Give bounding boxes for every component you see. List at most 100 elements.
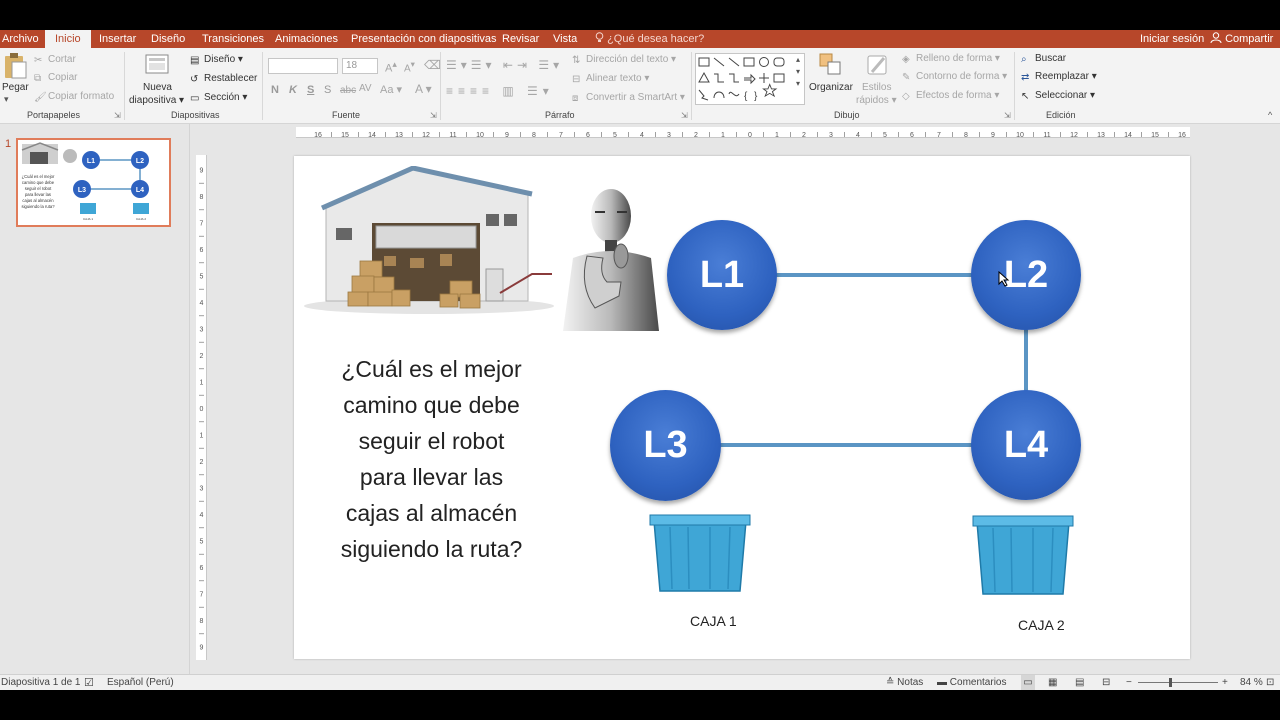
tell-me-search[interactable]: ¿Qué desea hacer? bbox=[595, 30, 704, 48]
comments-button[interactable]: ▬ Comentarios bbox=[937, 675, 1006, 691]
spellcheck-icon[interactable]: ☑ bbox=[84, 675, 94, 691]
quick-styles-label-2[interactable]: rápidos ▾ bbox=[856, 95, 897, 106]
arrange-label[interactable]: Organizar bbox=[809, 82, 853, 93]
new-slide-label-2[interactable]: diapositiva ▾ bbox=[129, 95, 184, 106]
box1-label[interactable]: CAJA 1 bbox=[690, 613, 737, 629]
sign-in-link[interactable]: Iniciar sesión bbox=[1140, 30, 1204, 48]
paste-label[interactable]: Pegar bbox=[2, 82, 29, 93]
share-button[interactable]: Compartir bbox=[1210, 30, 1273, 48]
paste-dropdown-icon[interactable]: ▾ bbox=[4, 94, 9, 105]
shapes-gallery[interactable]: {} bbox=[695, 53, 805, 105]
slideshow-icon[interactable]: ⊟ bbox=[1102, 675, 1110, 691]
change-case-icon[interactable]: Aa ▾ bbox=[380, 83, 402, 96]
fit-slide-icon[interactable]: ⊡ bbox=[1266, 675, 1274, 691]
shrink-font-icon[interactable]: A▾ bbox=[404, 59, 415, 74]
ribbon-home: Pegar ▾ ✂ Cortar ⧉ Copiar 🖌Copiar formato … bbox=[0, 48, 1280, 124]
slide-canvas[interactable]: L1 L2 L3 L4 ¿Cuál es el mejor camino que… bbox=[294, 156, 1190, 659]
find-button[interactable]: ⌕ Buscar bbox=[1021, 53, 1066, 65]
ruler-tick-label: 6 bbox=[200, 565, 204, 572]
zoom-slider[interactable] bbox=[1138, 682, 1218, 683]
format-painter-button[interactable]: 🖌Copiar formato bbox=[34, 91, 114, 103]
reading-view-icon[interactable]: ▤ bbox=[1075, 675, 1084, 691]
node-l1[interactable]: L1 bbox=[667, 220, 777, 330]
new-slide-label-1[interactable]: Nueva bbox=[143, 82, 172, 93]
drawing-launcher-icon[interactable]: ⇲ bbox=[1004, 111, 1011, 120]
zoom-slider-thumb[interactable] bbox=[1169, 678, 1172, 687]
list-buttons-icon[interactable]: ☰▾☰▾ ⇤⇥ ☰▾ bbox=[446, 58, 563, 72]
reset-button[interactable]: ↺ Restablecer bbox=[190, 73, 257, 85]
replace-button[interactable]: ⇄ Reemplazar ▾ bbox=[1021, 71, 1097, 83]
new-slide-button[interactable] bbox=[144, 52, 170, 78]
quick-styles-label-1[interactable]: Estilos bbox=[862, 82, 891, 93]
shapes-scroll-icon[interactable]: ▴ ▾ ▾ bbox=[796, 54, 800, 90]
arrange-button[interactable] bbox=[818, 52, 844, 78]
box2-label[interactable]: CAJA 2 bbox=[1018, 617, 1065, 633]
thumb-question-line: camino que debe bbox=[22, 180, 55, 185]
paragraph-launcher-icon[interactable]: ⇲ bbox=[681, 111, 688, 120]
zoom-out-icon[interactable]: − bbox=[1126, 675, 1132, 691]
copy-button[interactable]: ⧉ Copiar bbox=[34, 72, 77, 84]
notes-button[interactable]: ≙ Notas bbox=[886, 675, 923, 691]
zoom-level[interactable]: 84 % bbox=[1240, 675, 1263, 691]
tab-animations[interactable]: Animaciones bbox=[275, 30, 338, 48]
tab-file[interactable]: Archivo bbox=[2, 30, 39, 48]
tab-transitions[interactable]: Transiciones bbox=[202, 30, 264, 48]
font-launcher-icon[interactable]: ⇲ bbox=[430, 111, 437, 120]
node-l3[interactable]: L3 bbox=[610, 390, 721, 501]
comments-label: Comentarios bbox=[949, 677, 1007, 688]
move-cursor-icon bbox=[998, 271, 1010, 287]
paste-button[interactable] bbox=[3, 52, 29, 82]
font-family-input[interactable] bbox=[268, 58, 338, 74]
shape-outline-button[interactable]: ✎ Contorno de forma ▾ bbox=[902, 71, 1007, 83]
ruler-tick-label: 9 bbox=[991, 132, 995, 139]
normal-view-icon[interactable]: ▭ bbox=[1021, 675, 1035, 691]
language-indicator[interactable]: Español (Perú) bbox=[107, 675, 174, 691]
bold-button[interactable]: N bbox=[271, 84, 279, 96]
font-color-icon[interactable]: A ▾ bbox=[415, 82, 432, 96]
box2-image[interactable] bbox=[971, 514, 1075, 598]
layout-button[interactable]: ▤ Diseño ▾ bbox=[190, 54, 243, 66]
node-l4[interactable]: L4 bbox=[971, 390, 1081, 500]
select-button[interactable]: ↖ Seleccionar ▾ bbox=[1021, 90, 1095, 102]
node-l2[interactable]: L2 bbox=[971, 220, 1081, 330]
tab-design[interactable]: Diseño bbox=[151, 30, 185, 48]
clear-format-icon[interactable]: ⌫ bbox=[424, 58, 441, 72]
quick-styles-button[interactable] bbox=[864, 52, 890, 78]
slide-thumbnail[interactable]: L1 L2 L3 L4 ¿Cuál es el mejor camino que… bbox=[16, 138, 171, 227]
brush-icon: 🖌 bbox=[34, 92, 47, 103]
tab-slideshow[interactable]: Presentación con diapositivas bbox=[351, 30, 497, 48]
spacing-icon[interactable]: AV bbox=[359, 83, 372, 94]
smartart-button[interactable]: ⧈ Convertir a SmartArt ▾ bbox=[572, 92, 685, 104]
effects-icon: ◇ bbox=[902, 91, 910, 102]
tab-home[interactable]: Inicio bbox=[45, 30, 91, 48]
strikethrough-icon[interactable]: abc bbox=[340, 85, 356, 96]
align-text-button[interactable]: ⊟ Alinear texto ▾ bbox=[572, 73, 649, 85]
shape-effects-button[interactable]: ◇ Efectos de forma ▾ bbox=[902, 90, 999, 102]
section-button[interactable]: ▭ Sección ▾ bbox=[190, 92, 247, 104]
question-text[interactable]: ¿Cuál es el mejor camino que debe seguir… bbox=[314, 351, 549, 567]
ruler-tick-label: 7 bbox=[200, 221, 204, 228]
grow-font-icon[interactable]: A▴ bbox=[385, 59, 397, 75]
ruler-tick-label: 2 bbox=[694, 132, 698, 139]
section-icon: ▭ bbox=[190, 93, 200, 104]
ruler-tick-label: 14 bbox=[1124, 132, 1132, 139]
collapse-ribbon-icon[interactable]: ^ bbox=[1268, 110, 1272, 120]
zoom-in-icon[interactable]: + bbox=[1222, 675, 1228, 691]
cut-button[interactable]: ✂ Cortar bbox=[34, 54, 76, 66]
tab-review[interactable]: Revisar bbox=[502, 30, 539, 48]
tab-view[interactable]: Vista bbox=[553, 30, 577, 48]
ruler-tick-label: 1 bbox=[200, 380, 204, 387]
italic-button[interactable]: K bbox=[289, 84, 297, 96]
text-direction-button[interactable]: ⇅ Dirección del texto ▾ bbox=[572, 54, 676, 66]
tab-insert[interactable]: Insertar bbox=[99, 30, 136, 48]
slide-sorter-icon[interactable]: ▦ bbox=[1048, 675, 1057, 691]
box1-image[interactable] bbox=[648, 513, 752, 595]
align-buttons-icon[interactable]: ≡≡≡≡ ▥ ☰▾ bbox=[446, 84, 554, 98]
shape-fill-button[interactable]: ◈ Relleno de forma ▾ bbox=[902, 53, 1000, 65]
font-size-input[interactable]: 18 bbox=[342, 58, 378, 74]
ruler-tick-label: 2 bbox=[802, 132, 806, 139]
clipboard-launcher-icon[interactable]: ⇲ bbox=[114, 111, 121, 120]
underline-button[interactable]: S bbox=[307, 84, 314, 96]
shadow-button[interactable]: S bbox=[324, 84, 331, 96]
ruler-tick-label: 7 bbox=[200, 592, 204, 599]
